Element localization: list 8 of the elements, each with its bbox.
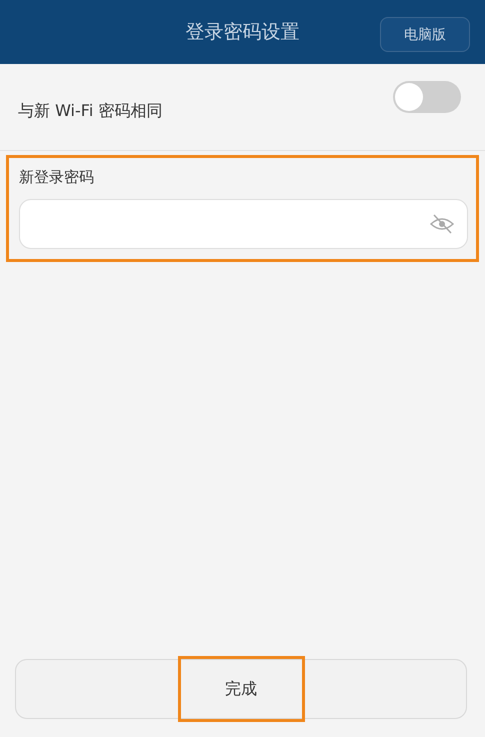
eye-slash-icon[interactable] <box>429 213 455 235</box>
setting-label: 与新 Wi-Fi 密码相同 <box>18 100 162 122</box>
done-button[interactable]: 完成 <box>15 659 467 719</box>
desktop-version-button[interactable]: 电脑版 <box>380 17 470 52</box>
page-title: 登录密码设置 <box>186 20 300 45</box>
field-label: 新登录密码 <box>19 168 95 187</box>
toggle-switch[interactable] <box>393 81 461 113</box>
password-field[interactable] <box>19 199 468 249</box>
